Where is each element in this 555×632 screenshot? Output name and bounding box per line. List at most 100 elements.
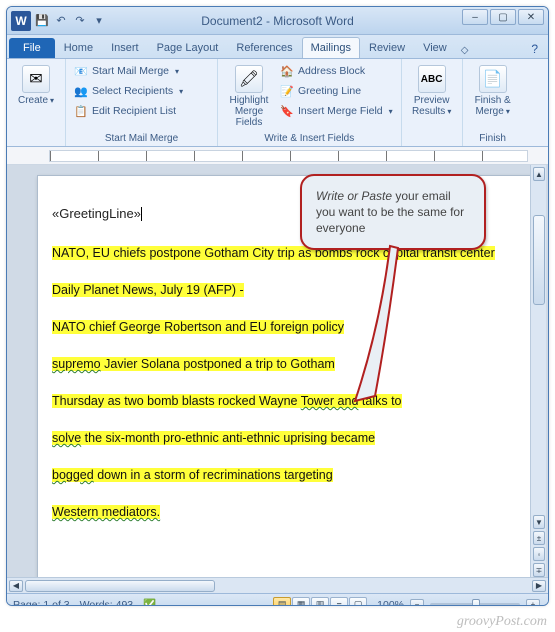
window-controls: – ▢ ✕ [462,9,544,25]
titlebar: W 💾 ↶ ↷ ▾ Document2 - Microsoft Word – ▢… [7,7,548,35]
finish-merge-button[interactable]: 📄 Finish &Merge▾ [467,62,519,120]
horizontal-scrollbar[interactable]: ◀ ▶ [7,577,548,593]
finish-label-2: Merge [475,106,503,117]
word-app-icon[interactable]: W [11,11,31,31]
preview-results-button[interactable]: ABC PreviewResults▾ [406,62,458,120]
prev-page-icon[interactable]: ± [533,531,545,545]
vertical-scroll-thumb[interactable] [533,215,545,305]
tab-view[interactable]: View [414,37,456,58]
help-icon[interactable]: ? [527,40,542,58]
app-window: W 💾 ↶ ↷ ▾ Document2 - Microsoft Word – ▢… [6,6,549,606]
scroll-up-icon[interactable]: ▲ [533,167,545,181]
create-button[interactable]: ✉ Create▾ [11,62,61,109]
outline-view-icon[interactable]: ≡ [330,597,348,607]
preview-label-1: Preview [414,95,450,106]
browse-object-icon[interactable]: ◦ [533,547,545,561]
tab-home[interactable]: Home [55,37,102,58]
minimize-button[interactable]: – [462,9,488,25]
undo-icon[interactable]: ↶ [53,13,69,29]
group-label-finish: Finish [467,132,519,145]
highlight-merge-fields-button[interactable]: 🖍 HighlightMerge Fields [222,62,276,131]
group-label-preview [406,132,458,145]
address-icon: 🏠 [280,64,294,78]
status-proofing-icon[interactable]: ✅ [143,598,156,606]
insert-merge-field-label: Insert Merge Field [298,105,383,117]
quick-access-toolbar: W 💾 ↶ ↷ ▾ [7,7,107,34]
scroll-down-icon[interactable]: ▼ [533,515,545,529]
print-layout-view-icon[interactable]: ▤ [273,597,291,607]
create-label: Create [18,95,48,106]
group-label-create [11,132,61,145]
address-block-button[interactable]: 🏠Address Block [276,62,397,80]
group-preview: ABC PreviewResults▾ [402,59,463,146]
horizontal-track[interactable] [25,580,530,592]
insert-merge-field-button[interactable]: 🔖Insert Merge Field▾ [276,102,397,120]
finish-label-1: Finish & [475,95,511,106]
start-mail-merge-button[interactable]: 📧Start Mail Merge▾ [70,62,187,80]
edit-recipient-list-label: Edit Recipient List [92,105,176,117]
tab-mailings[interactable]: Mailings [302,37,360,58]
next-page-icon[interactable]: ∓ [533,563,545,577]
body-line-6: solve the six-month pro-ethnic anti-ethn… [52,431,375,445]
chevron-down-icon: ▾ [175,67,179,76]
tab-file[interactable]: File [9,38,55,58]
group-start-mail-merge: 📧Start Mail Merge▾ 👥Select Recipients▾ 📋… [66,59,218,146]
insert-field-icon: 🔖 [280,104,294,118]
close-button[interactable]: ✕ [518,9,544,25]
group-label-write: Write & Insert Fields [222,132,397,145]
callout-bubble: Write or Paste your email you want to be… [300,174,486,250]
chevron-down-icon: ▾ [447,107,451,116]
tab-insert[interactable]: Insert [102,37,148,58]
redo-icon[interactable]: ↷ [72,13,88,29]
ribbon-tabs: File Home Insert Page Layout References … [7,35,548,59]
tab-review[interactable]: Review [360,37,414,58]
zoom-thumb[interactable] [472,599,480,607]
draft-view-icon[interactable]: ▢ [349,597,367,607]
group-label-start: Start Mail Merge [70,132,213,145]
vertical-scrollbar[interactable]: ▲ ▼ ± ◦ ∓ [530,165,546,577]
recipients-icon: 👥 [74,84,88,98]
maximize-button[interactable]: ▢ [490,9,516,25]
status-words[interactable]: Words: 493 [80,599,134,607]
zoom-out-button[interactable]: − [410,599,424,607]
body-line-7: bogged down in a storm of recriminations… [52,468,333,482]
zoom-level[interactable]: 100% [377,599,404,607]
save-icon[interactable]: 💾 [34,13,50,29]
highlighted-body[interactable]: NATO, EU chiefs postpone Gotham City tri… [52,239,517,526]
greeting-line-label: Greeting Line [298,85,361,97]
greeting-icon: 📝 [280,84,294,98]
greeting-line-button[interactable]: 📝 Greeting Line [276,82,397,100]
horizontal-scroll-thumb[interactable] [25,580,215,592]
group-finish: 📄 Finish &Merge▾ Finish [463,59,523,146]
annotation-callout: Write or Paste your email you want to be… [300,174,486,250]
zoom-in-button[interactable]: + [526,599,540,607]
edit-recipient-list-button[interactable]: 📋 Edit Recipient List [70,102,187,120]
scroll-left-icon[interactable]: ◀ [9,580,23,592]
edit-list-icon: 📋 [74,104,88,118]
body-line-4: supremo Javier Solana postponed a trip t… [52,357,335,371]
scroll-right-icon[interactable]: ▶ [532,580,546,592]
preview-label-2: Results [412,106,445,117]
tab-page-layout[interactable]: Page Layout [148,37,228,58]
qat-customize-icon[interactable]: ▾ [91,13,107,29]
status-page[interactable]: Page: 1 of 3 [13,599,70,607]
preview-icon: ABC [418,65,446,93]
view-buttons: ▤ ▦ ▥ ≡ ▢ [273,597,367,607]
ruler[interactable] [7,147,548,165]
callout-tail-icon [350,246,400,406]
select-recipients-button[interactable]: 👥Select Recipients▾ [70,82,187,100]
finish-icon: 📄 [479,65,507,93]
body-line-3: NATO chief George Robertson and EU forei… [52,320,344,334]
watermark: groovyPost.com [457,614,547,630]
ribbon-minimize-icon[interactable]: ◇ [456,43,474,58]
fullscreen-view-icon[interactable]: ▦ [292,597,310,607]
group-write-insert: 🖍 HighlightMerge Fields 🏠Address Block 📝… [218,59,402,146]
zoom-slider[interactable] [430,603,520,607]
mailmerge-icon: 📧 [74,64,88,78]
document-page[interactable]: «GreetingLine» NATO, EU chiefs postpone … [37,175,532,577]
tab-references[interactable]: References [227,37,301,58]
group-create: ✉ Create▾ [7,59,66,146]
callout-text-em: Write or Paste [316,189,392,203]
highlight-icon: 🖍 [235,65,263,93]
web-layout-view-icon[interactable]: ▥ [311,597,329,607]
